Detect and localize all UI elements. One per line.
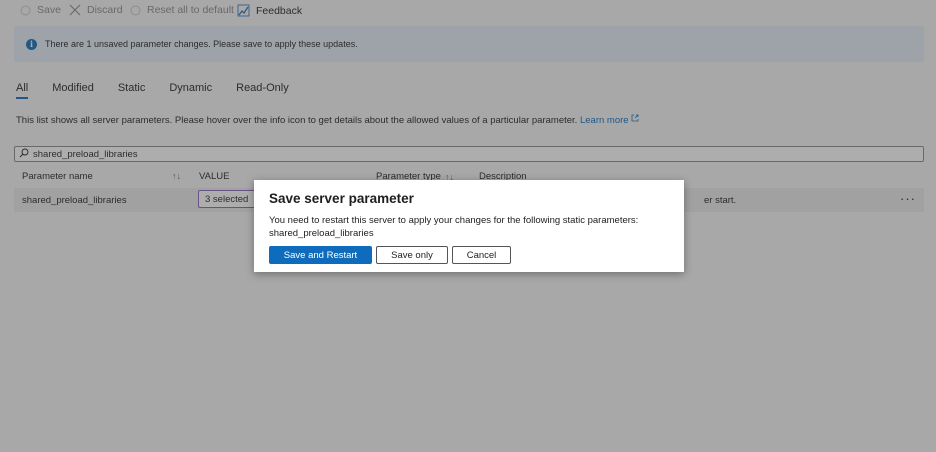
save-and-restart-button[interactable]: Save and Restart (269, 246, 372, 264)
dialog-title: Save server parameter (269, 191, 414, 206)
dialog-body: You need to restart this server to apply… (269, 214, 669, 240)
save-server-parameter-dialog: Save server parameter You need to restar… (254, 180, 684, 272)
save-only-button[interactable]: Save only (376, 246, 448, 264)
dialog-buttons: Save and Restart Save only Cancel (269, 246, 511, 264)
dialog-parameter-list: shared_preload_libraries (269, 228, 374, 239)
dialog-message: You need to restart this server to apply… (269, 215, 639, 226)
cancel-button[interactable]: Cancel (452, 246, 511, 264)
